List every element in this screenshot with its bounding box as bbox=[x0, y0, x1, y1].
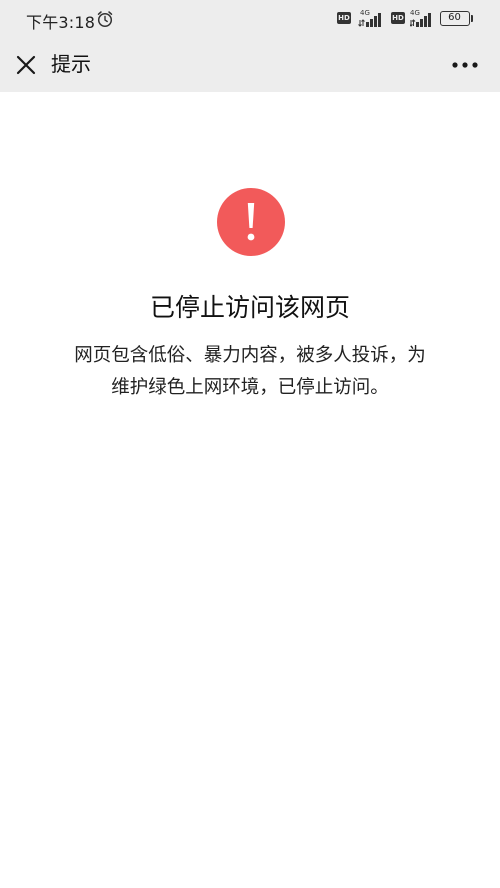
status-bar: 下午3:18 HD 4G HD 4G 60 bbox=[0, 0, 500, 38]
exclamation-circle-icon bbox=[217, 188, 285, 256]
more-icon[interactable] bbox=[448, 49, 482, 81]
battery-cap bbox=[471, 15, 473, 22]
battery-level: 60 bbox=[448, 12, 461, 23]
page-title: 提示 bbox=[51, 52, 91, 76]
hd-badge-sim2: HD bbox=[391, 12, 405, 24]
status-time: 下午3:18 bbox=[26, 13, 96, 32]
error-heading: 已停止访问该网页 bbox=[149, 293, 350, 322]
hd-badge-sim1: HD bbox=[337, 12, 351, 24]
battery-icon: 60 bbox=[440, 11, 470, 26]
error-message: 网页包含低俗、暴力内容，被多人投诉，为 维护绿色上网环境，已停止访问。 bbox=[30, 340, 470, 404]
nav-bar: 提示 bbox=[0, 38, 500, 92]
close-icon[interactable] bbox=[10, 49, 42, 81]
signal-icon-sim2 bbox=[410, 13, 431, 27]
alarm-icon bbox=[97, 11, 113, 28]
error-message-line-2: 维护绿色上网环境，已停止访问。 bbox=[111, 377, 389, 398]
error-message-line-1: 网页包含低俗、暴力内容，被多人投诉，为 bbox=[74, 345, 426, 366]
signal-icon bbox=[358, 13, 381, 27]
top-header: 下午3:18 HD 4G HD 4G 60 提示 bbox=[0, 0, 500, 92]
